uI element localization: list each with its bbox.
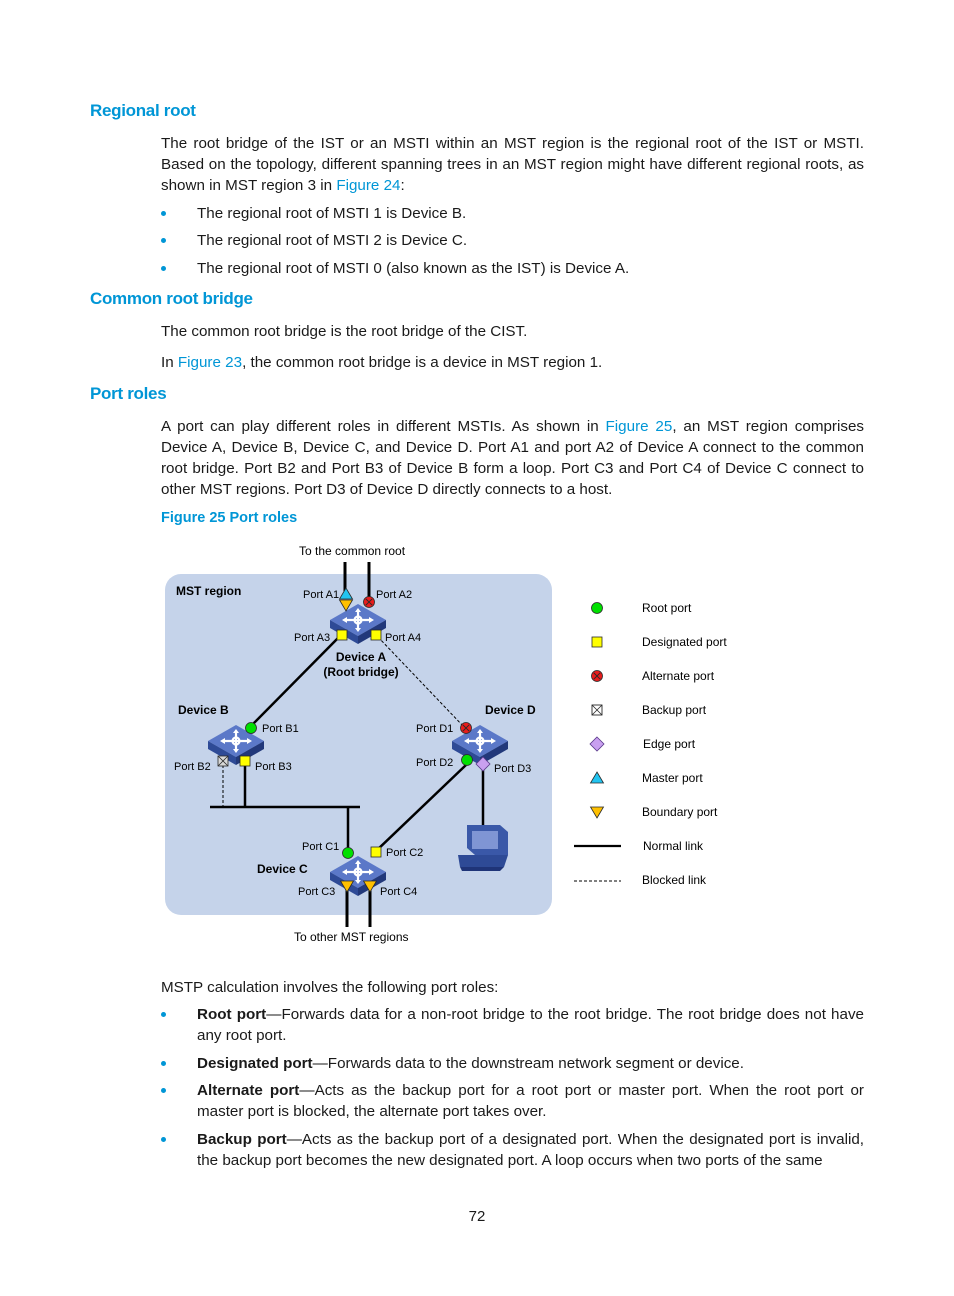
- list-item: The regional root of MSTI 2 is Device C.: [161, 230, 864, 251]
- text: , the common root bridge is a device in …: [242, 354, 603, 371]
- list-item: Designated port—Forwards data to the dow…: [161, 1053, 864, 1074]
- role-term: Designated port: [197, 1055, 313, 1072]
- port-a1-label: Port A1: [303, 589, 339, 601]
- legend-root-port-icon: [591, 602, 603, 614]
- port-a4-label: Port A4: [385, 632, 421, 644]
- role-term: Backup port: [197, 1131, 287, 1148]
- legend: Root port Designated port Alternate port…: [574, 601, 727, 887]
- port-roles-paragraph: A port can play different roles in diffe…: [161, 416, 864, 500]
- heading-common-root-bridge: Common root bridge: [90, 289, 253, 308]
- link-figure-23[interactable]: Figure 23: [178, 354, 242, 371]
- text: The root bridge of the IST or an MSTI wi…: [161, 135, 864, 194]
- port-a4-designated-icon: [370, 629, 382, 641]
- port-b2-label: Port B2: [174, 761, 211, 773]
- common-root-paragraph-2: In Figure 23, the common root bridge is …: [161, 352, 864, 373]
- legend-designated-port-icon: [591, 636, 603, 648]
- legend-backup-port-icon: [591, 704, 603, 716]
- bullet-icon: [161, 1012, 166, 1017]
- role-term: Root port: [197, 1006, 267, 1023]
- heading-port-roles: Port roles: [90, 384, 167, 403]
- bullet-icon: [161, 238, 166, 243]
- text: A port can play different roles in diffe…: [161, 418, 606, 435]
- bullet-text: The regional root of MSTI 1 is Device B.: [197, 205, 467, 222]
- figure-caption: Figure 25 Port roles: [161, 510, 298, 526]
- bottom-label: To other MST regions: [294, 930, 409, 944]
- bullet-icon: [161, 1061, 166, 1066]
- heading-regional-root: Regional root: [90, 101, 196, 120]
- port-b2-backup-icon: [217, 755, 229, 767]
- bullet-icon: [161, 1137, 166, 1142]
- list-item: Backup port—Acts as the backup port of a…: [161, 1129, 864, 1171]
- port-d2-root-icon: [461, 754, 473, 766]
- port-roles-diagram: MST region To the common root To other M…: [165, 544, 727, 944]
- text: :: [400, 177, 405, 194]
- port-b1-root-icon: [245, 722, 257, 734]
- port-b3-designated-icon: [239, 755, 251, 767]
- port-d2-label: Port D2: [416, 757, 453, 769]
- port-c1-label: Port C1: [302, 841, 339, 853]
- port-c3-label: Port C3: [298, 886, 335, 898]
- device-c-label: Device C: [257, 862, 308, 876]
- port-c2-label: Port C2: [386, 847, 423, 859]
- legend-label: Alternate port: [642, 669, 715, 683]
- legend-label: Edge port: [643, 737, 696, 751]
- legend-edge-port-icon: [589, 736, 605, 752]
- port-a3-label: Port A3: [294, 632, 330, 644]
- text: In: [161, 354, 178, 371]
- legend-master-port-icon: [590, 771, 604, 784]
- legend-label: Blocked link: [642, 873, 707, 887]
- common-root-paragraph-1: The common root bridge is the root bridg…: [161, 323, 528, 340]
- legend-label: Root port: [642, 601, 692, 615]
- legend-label: Boundary port: [642, 805, 718, 819]
- port-c1-root-icon: [342, 847, 354, 859]
- list-item: Root port—Forwards data for a non-root b…: [161, 1004, 864, 1046]
- port-c4-label: Port C4: [380, 886, 417, 898]
- device-a-label: Device A: [336, 650, 387, 664]
- port-a3-designated-icon: [336, 629, 348, 641]
- role-term: Alternate port: [197, 1082, 300, 1099]
- device-a-sublabel: (Root bridge): [323, 665, 398, 679]
- role-desc: —Forwards data to the downstream network…: [312, 1055, 744, 1072]
- legend-alternate-port-icon: [591, 670, 603, 682]
- legend-label: Backup port: [642, 703, 707, 717]
- link-figure-24[interactable]: Figure 24: [336, 177, 400, 194]
- bullet-icon: [161, 1088, 166, 1093]
- page-number: 72: [468, 1208, 486, 1225]
- bullet-icon: [161, 266, 166, 271]
- port-d1-label: Port D1: [416, 723, 453, 735]
- bullet-text: The regional root of MSTI 0 (also known …: [197, 260, 630, 277]
- port-a2-alternate-icon: [363, 596, 375, 608]
- port-c2-designated-icon: [370, 846, 382, 858]
- top-label: To the common root: [299, 544, 406, 558]
- port-d1-alternate-icon: [460, 722, 472, 734]
- bullet-text: The regional root of MSTI 2 is Device C.: [197, 232, 468, 249]
- list-item: The regional root of MSTI 0 (also known …: [161, 258, 864, 279]
- region-label: MST region: [176, 584, 241, 598]
- port-b3-label: Port B3: [255, 761, 292, 773]
- device-d-label: Device D: [485, 703, 536, 717]
- legend-label: Designated port: [642, 635, 727, 649]
- list-item: The regional root of MSTI 1 is Device B.: [161, 203, 864, 224]
- bullet-icon: [161, 211, 166, 216]
- regional-root-paragraph: The root bridge of the IST or an MSTI wi…: [161, 133, 864, 196]
- port-b1-label: Port B1: [262, 723, 299, 735]
- device-b-label: Device B: [178, 703, 229, 717]
- port-d3-label: Port D3: [494, 763, 531, 775]
- list-item: Alternate port—Acts as the backup port f…: [161, 1080, 864, 1122]
- legend-boundary-port-icon: [590, 806, 604, 819]
- legend-label: Master port: [642, 771, 703, 785]
- port-a2-label: Port A2: [376, 589, 412, 601]
- legend-label: Normal link: [643, 839, 704, 853]
- link-figure-25[interactable]: Figure 25: [606, 418, 673, 435]
- role-desc: —Forwards data for a non-root bridge to …: [197, 1006, 864, 1044]
- role-desc: —Acts as the backup port of a designated…: [197, 1131, 864, 1169]
- port-roles-intro: MSTP calculation involves the following …: [161, 979, 499, 996]
